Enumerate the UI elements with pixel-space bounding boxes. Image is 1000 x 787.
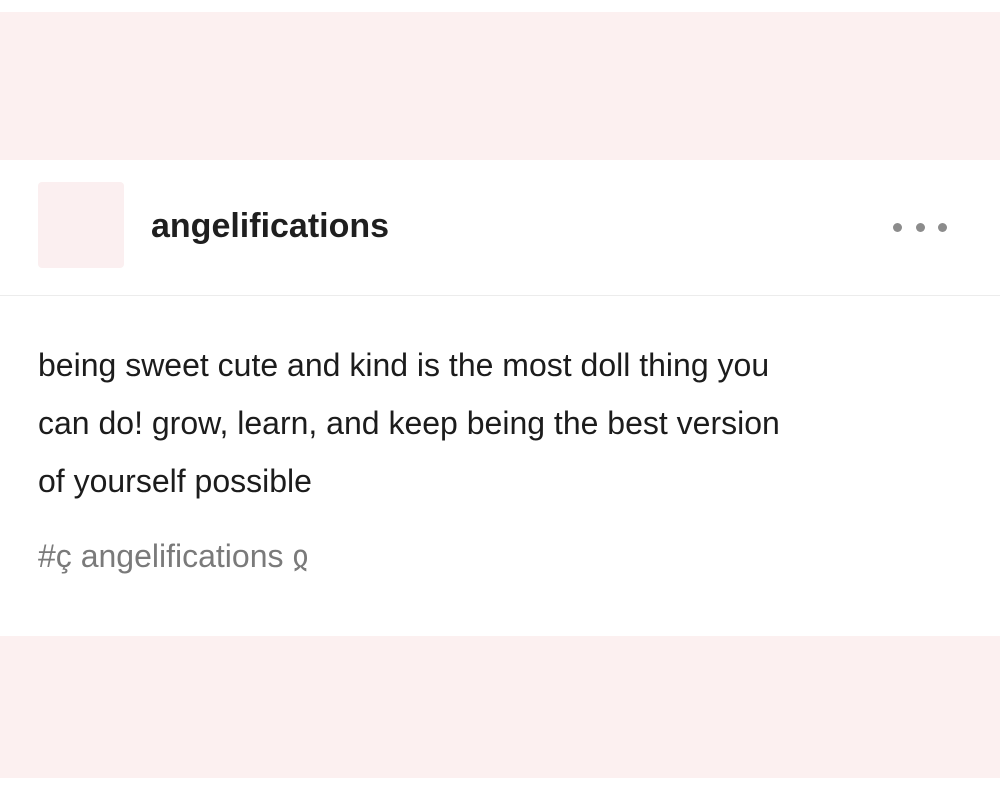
post-body-line: can do! grow, learn, and keep being the … — [38, 405, 780, 441]
bottom-background-band — [0, 636, 1000, 778]
post-tag-link[interactable]: #ç angelifications ჲ — [38, 536, 309, 576]
more-options-button[interactable] — [893, 218, 947, 236]
avatar[interactable] — [38, 182, 124, 268]
post-body-line: being sweet cute and kind is the most do… — [38, 347, 770, 383]
post-body: being sweet cute and kind is the most do… — [38, 336, 968, 510]
post-card: angelifications being sweet cute and kin… — [0, 160, 1000, 636]
top-background-band — [0, 12, 1000, 160]
post-body-line: of yourself possible — [38, 463, 312, 499]
ellipsis-icon-dot — [915, 222, 925, 232]
ellipsis-icon-dot — [938, 222, 947, 232]
post-username[interactable]: angelifications — [151, 206, 389, 246]
post-header: angelifications — [0, 160, 1000, 296]
ellipsis-icon-dot — [893, 222, 902, 232]
